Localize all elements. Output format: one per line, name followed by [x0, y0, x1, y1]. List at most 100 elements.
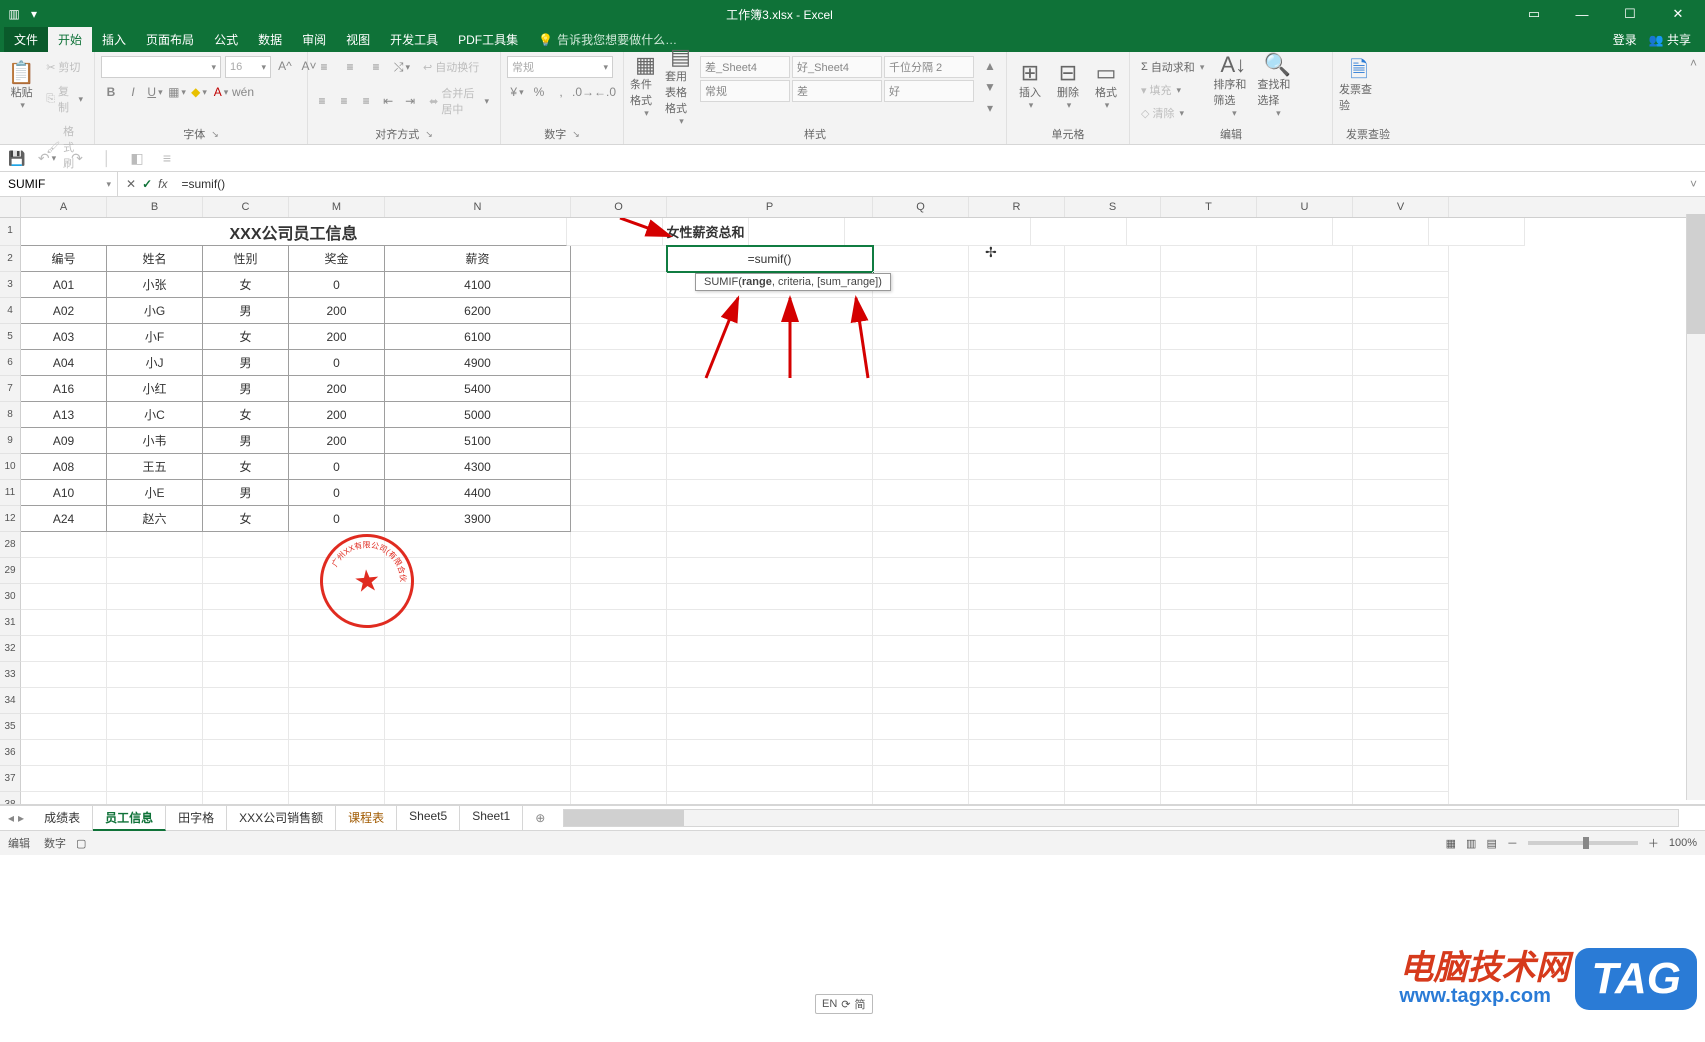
underline-button[interactable]: U▾	[145, 82, 165, 102]
cell[interactable]	[289, 792, 385, 805]
cell[interactable]	[107, 532, 203, 558]
cell[interactable]	[1065, 480, 1161, 506]
tab-data[interactable]: 数据	[248, 27, 292, 52]
col-header[interactable]: Q	[873, 197, 969, 217]
cell[interactable]	[571, 792, 667, 805]
autosum-button[interactable]: Σ 自动求和▾	[1136, 56, 1209, 78]
cell[interactable]	[873, 584, 969, 610]
cell[interactable]	[873, 402, 969, 428]
cell[interactable]: 0	[289, 272, 385, 298]
cell[interactable]	[385, 714, 571, 740]
cell[interactable]	[873, 766, 969, 792]
cell[interactable]	[1161, 506, 1257, 532]
cell[interactable]	[1257, 662, 1353, 688]
cell[interactable]: 3900	[385, 506, 571, 532]
cell[interactable]	[873, 246, 969, 272]
cell[interactable]: 男	[203, 376, 289, 402]
cell[interactable]	[107, 714, 203, 740]
cell[interactable]	[203, 792, 289, 805]
cell[interactable]	[1161, 636, 1257, 662]
cell[interactable]	[667, 506, 873, 532]
cell[interactable]	[1353, 298, 1449, 324]
cell[interactable]	[969, 636, 1065, 662]
cell[interactable]	[289, 740, 385, 766]
cell[interactable]	[1353, 480, 1449, 506]
cell[interactable]	[969, 584, 1065, 610]
cell[interactable]	[873, 558, 969, 584]
cell[interactable]: 性别	[203, 246, 289, 272]
cell[interactable]	[107, 558, 203, 584]
cell[interactable]	[21, 636, 107, 662]
cell[interactable]	[1031, 218, 1127, 246]
cell[interactable]	[571, 714, 667, 740]
cell[interactable]	[1353, 376, 1449, 402]
cell[interactable]	[873, 376, 969, 402]
cell[interactable]	[1161, 350, 1257, 376]
cell[interactable]	[107, 584, 203, 610]
row-header[interactable]: 34	[0, 688, 21, 714]
style-scroll-down-icon[interactable]: ▼	[980, 77, 1000, 97]
cell[interactable]	[571, 480, 667, 506]
undo-button[interactable]: ↶▾	[36, 147, 58, 169]
cell[interactable]	[1065, 610, 1161, 636]
tab-review[interactable]: 审阅	[292, 27, 336, 52]
cell[interactable]	[571, 740, 667, 766]
cell[interactable]	[1353, 558, 1449, 584]
macro-record-icon[interactable]: ▢	[76, 837, 86, 850]
cell[interactable]	[1065, 454, 1161, 480]
cell[interactable]	[1257, 480, 1353, 506]
cell[interactable]: 200	[289, 324, 385, 350]
cell[interactable]	[873, 636, 969, 662]
cell[interactable]	[1257, 402, 1353, 428]
add-sheet-button[interactable]: ⊕	[523, 808, 557, 828]
cell[interactable]	[1353, 506, 1449, 532]
currency-icon[interactable]: ¥▾	[507, 82, 527, 102]
horizontal-scrollbar[interactable]	[563, 809, 1679, 827]
align-right-icon[interactable]: ≡	[358, 91, 374, 111]
cell[interactable]	[571, 298, 667, 324]
name-box[interactable]: ▾	[0, 172, 118, 196]
cell[interactable]	[667, 402, 873, 428]
cell[interactable]	[1257, 428, 1353, 454]
cell[interactable]	[1353, 766, 1449, 792]
cell[interactable]	[969, 766, 1065, 792]
cell[interactable]	[667, 740, 873, 766]
cell[interactable]	[1353, 402, 1449, 428]
cell[interactable]	[667, 558, 873, 584]
col-header[interactable]: B	[107, 197, 203, 217]
cell[interactable]	[667, 584, 873, 610]
merge-center-button[interactable]: ⬌ 合并后居中▾	[424, 82, 494, 120]
cell[interactable]: 赵六	[107, 506, 203, 532]
row-header[interactable]: 9	[0, 428, 21, 454]
cell[interactable]	[21, 740, 107, 766]
cell-style[interactable]: 好_Sheet4	[792, 56, 882, 78]
worksheet-grid[interactable]: 1XXX公司员工信息女性薪资总和2编号姓名性别奖金薪资=sumif()3A01小…	[0, 218, 1705, 805]
italic-button[interactable]: I	[123, 82, 143, 102]
cell[interactable]	[1353, 792, 1449, 805]
cell[interactable]	[1161, 376, 1257, 402]
cell[interactable]	[969, 246, 1065, 272]
cell-style[interactable]: 常规	[700, 80, 790, 102]
cell[interactable]	[969, 402, 1065, 428]
cell[interactable]	[1257, 454, 1353, 480]
cell[interactable]	[1161, 402, 1257, 428]
cell[interactable]	[1353, 454, 1449, 480]
login-link[interactable]: 登录	[1613, 31, 1637, 48]
cell[interactable]: 女	[203, 402, 289, 428]
cell[interactable]: 男	[203, 428, 289, 454]
cell[interactable]	[571, 532, 667, 558]
col-header[interactable]: C	[203, 197, 289, 217]
cell[interactable]	[1353, 610, 1449, 636]
sheet-tab[interactable]: Sheet1	[460, 806, 523, 831]
style-scroll-up-icon[interactable]: ▲	[980, 56, 1000, 76]
format-cells-button[interactable]: ▭格式▾	[1089, 56, 1123, 116]
row-header[interactable]: 2	[0, 246, 21, 272]
cell[interactable]	[203, 636, 289, 662]
decrease-decimal-icon[interactable]: ←.0	[595, 82, 615, 102]
cell[interactable]: 4300	[385, 454, 571, 480]
tab-view[interactable]: 视图	[336, 27, 380, 52]
cell[interactable]	[1161, 740, 1257, 766]
cell[interactable]	[571, 636, 667, 662]
cell[interactable]	[107, 792, 203, 805]
cell[interactable]	[1257, 714, 1353, 740]
